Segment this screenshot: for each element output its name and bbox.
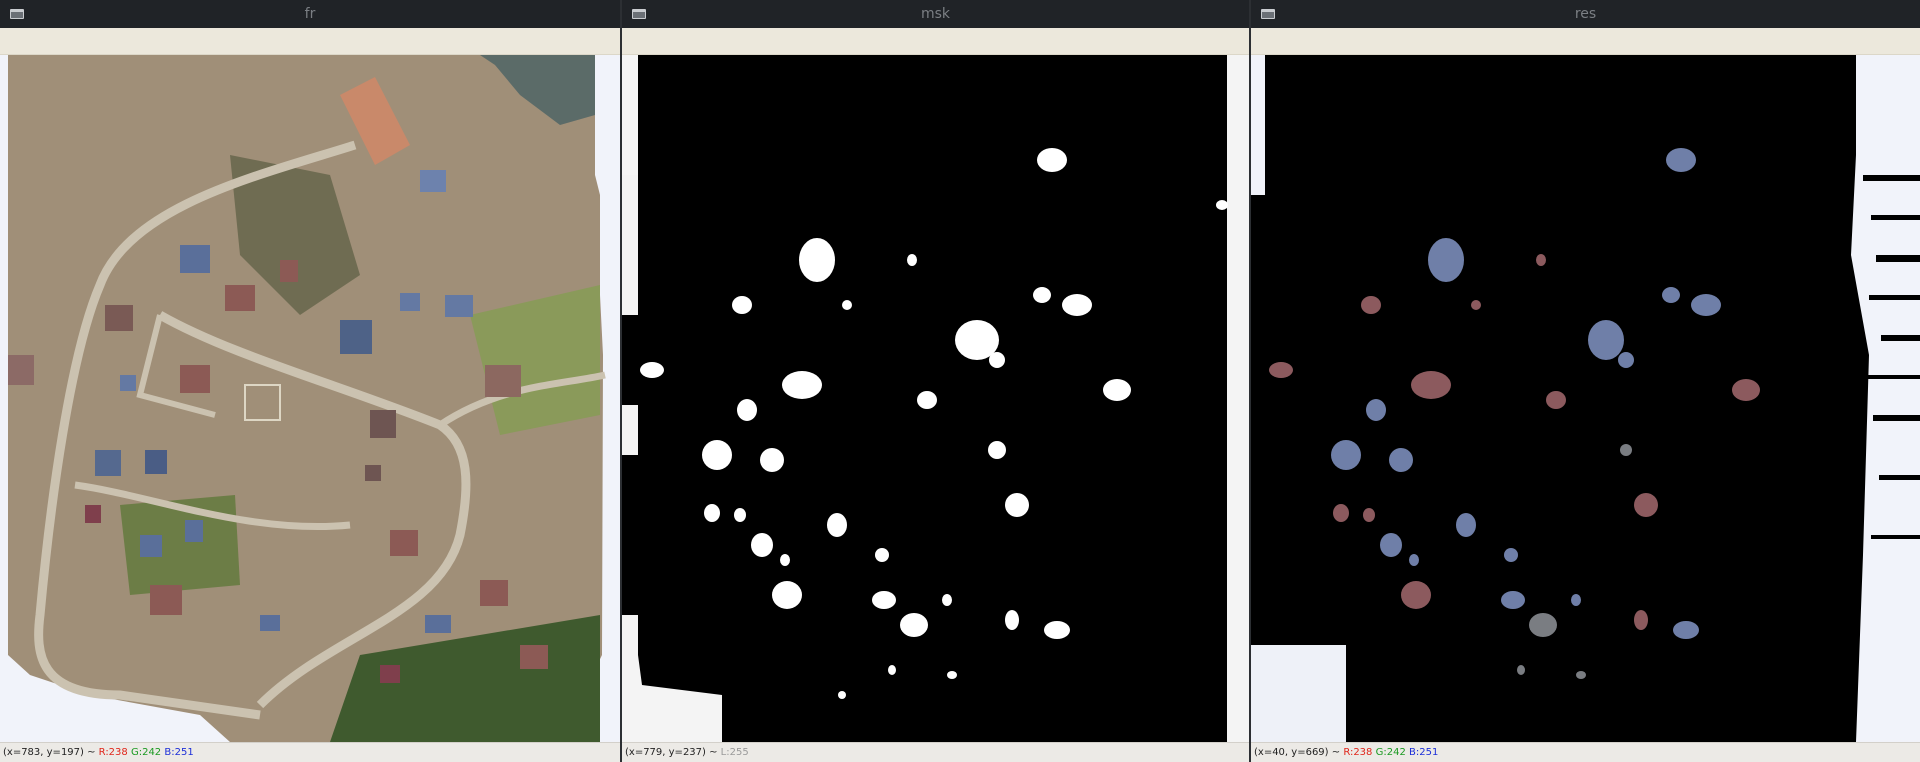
titlebar-msk[interactable]: msk bbox=[622, 0, 1249, 28]
status-luminance: L:255 bbox=[720, 747, 749, 758]
image-view-fr[interactable] bbox=[0, 55, 620, 742]
status-blue: B:251 bbox=[164, 747, 194, 758]
status-red: R:238 bbox=[98, 747, 128, 758]
titlebar-fr[interactable]: fr bbox=[0, 0, 620, 28]
status-blue: B:251 bbox=[1409, 747, 1439, 758]
window-menu-icon[interactable] bbox=[632, 9, 646, 19]
toolbar-msk bbox=[622, 28, 1249, 55]
window-fr: fr (x=783, y=197) ~ R:238 G:242 B:251 bbox=[0, 0, 620, 762]
status-green: G:242 bbox=[130, 747, 162, 758]
window-res: res (x=40, y=669) ~ R:238 G:242 B:251 bbox=[1251, 0, 1920, 762]
mask-image bbox=[622, 55, 1249, 742]
status-bar-msk: (x=779, y=237) ~ L:255 bbox=[622, 742, 1249, 762]
status-bar-fr: (x=783, y=197) ~ R:238 G:242 B:251 bbox=[0, 742, 620, 762]
window-title: res bbox=[1574, 6, 1597, 22]
status-red: R:238 bbox=[1343, 747, 1373, 758]
window-menu-icon[interactable] bbox=[1261, 9, 1275, 19]
status-coords: (x=40, y=669) ~ bbox=[1254, 747, 1344, 758]
toolbar-fr bbox=[0, 28, 620, 55]
aerial-photo bbox=[0, 55, 620, 742]
window-title: msk bbox=[920, 6, 951, 22]
result-image bbox=[1251, 55, 1920, 742]
window-msk: msk (x=779, y=237) ~ L:255 bbox=[622, 0, 1249, 762]
window-menu-icon[interactable] bbox=[10, 9, 24, 19]
titlebar-res[interactable]: res bbox=[1251, 0, 1920, 28]
image-view-res[interactable] bbox=[1251, 55, 1920, 742]
status-green: G:242 bbox=[1375, 747, 1406, 758]
status-coords: (x=779, y=237) ~ bbox=[625, 747, 721, 758]
window-title: fr bbox=[304, 6, 316, 22]
image-view-msk[interactable] bbox=[622, 55, 1249, 742]
status-coords: (x=783, y=197) ~ bbox=[3, 747, 99, 758]
status-bar-res: (x=40, y=669) ~ R:238 G:242 B:251 bbox=[1251, 742, 1920, 762]
toolbar-res bbox=[1251, 28, 1920, 55]
